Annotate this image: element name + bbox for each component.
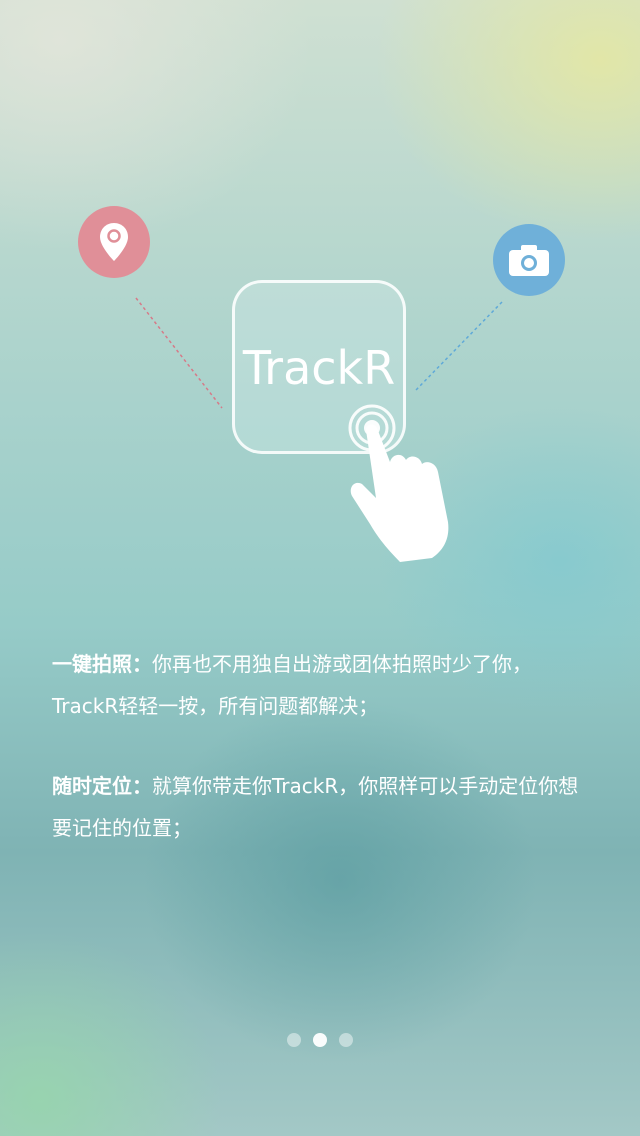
feature-photo-term: 一键拍照： xyxy=(52,652,152,676)
feature-photo: 一键拍照：你再也不用独自出游或团体拍照时少了你，TrackR轻轻一按，所有问题都… xyxy=(52,643,582,727)
feature-locate-term: 随时定位： xyxy=(52,774,152,798)
app-logo-text: TrackR xyxy=(242,341,396,395)
page-dot-3[interactable] xyxy=(339,1033,353,1047)
page-dot-2-active[interactable] xyxy=(313,1033,327,1047)
location-badge xyxy=(78,206,150,278)
tap-gesture xyxy=(340,400,460,574)
right-connector-line xyxy=(415,301,503,391)
left-connector-line xyxy=(135,297,223,409)
page-dot-1[interactable] xyxy=(287,1033,301,1047)
tap-hand-icon xyxy=(348,404,449,562)
location-pin-icon xyxy=(100,223,128,261)
page-indicator xyxy=(0,1033,640,1047)
onboarding-illustration: TrackR xyxy=(0,0,640,600)
feature-locate: 随时定位：就算你带走你TrackR，你照样可以手动定位你想要记住的位置； xyxy=(52,765,582,849)
camera-icon xyxy=(509,245,549,276)
camera-badge xyxy=(493,224,565,296)
